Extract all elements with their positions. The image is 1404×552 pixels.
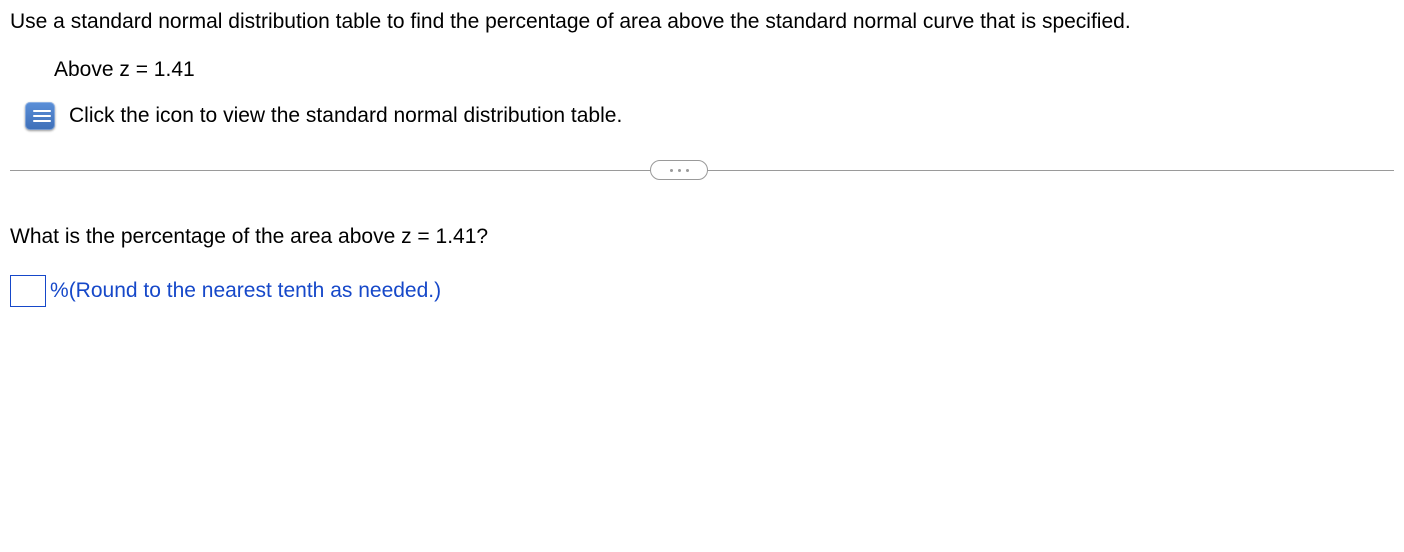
unit-label: % xyxy=(50,279,69,303)
answer-input[interactable] xyxy=(10,275,46,307)
table-icon[interactable] xyxy=(25,102,55,130)
question-prompt: What is the percentage of the area above… xyxy=(10,225,1394,249)
answer-row: % (Round to the nearest tenth as needed.… xyxy=(10,275,1394,307)
expand-pill[interactable] xyxy=(650,160,708,180)
icon-hint-text: Click the icon to view the standard norm… xyxy=(69,104,622,128)
problem-condition: Above z = 1.41 xyxy=(10,58,1394,82)
section-divider xyxy=(10,160,1394,180)
problem-statement: Use a standard normal distribution table… xyxy=(10,8,1394,36)
table-icon-row: Click the icon to view the standard norm… xyxy=(10,102,1394,130)
rounding-hint: (Round to the nearest tenth as needed.) xyxy=(69,279,441,303)
